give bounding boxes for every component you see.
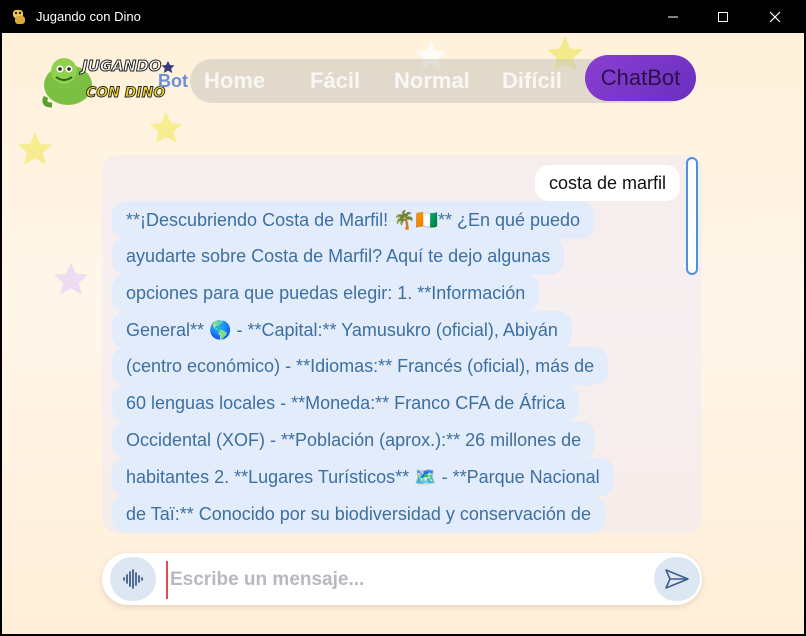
window-title: Jugando con Dino — [36, 9, 141, 24]
audio-waveform-icon — [123, 569, 143, 589]
nav-dificil[interactable]: Difícil — [502, 59, 562, 103]
bot-message-line: **¡Descubriendo Costa de Marfil! 🌴🇨🇮** ¿… — [112, 201, 595, 239]
star-decoration-icon — [53, 262, 89, 295]
chat-scrollbar-thumb[interactable] — [686, 157, 698, 275]
bot-message-line: 60 lenguas locales - **Moneda:** Franco … — [112, 384, 580, 422]
close-icon — [769, 11, 781, 22]
bot-message-line: (centro económico) - **Idiomas:** Francé… — [112, 347, 609, 385]
app-window: Jugando con Dino JUGANDO CON DINO Bot Ho… — [0, 0, 806, 636]
svg-text:CON DINO: CON DINO — [86, 85, 165, 101]
logo-bot-suffix: Bot — [158, 71, 188, 91]
python-snake-icon — [13, 10, 25, 24]
voice-input-button[interactable] — [110, 557, 156, 601]
bot-message-line: ayudarte sobre Costa de Marfil? Aquí te … — [112, 237, 565, 275]
close-button[interactable] — [750, 0, 800, 33]
minimize-button[interactable] — [648, 0, 698, 33]
message-composer — [102, 553, 702, 605]
app-content: JUGANDO CON DINO Bot Home Fácil Normal D… — [2, 33, 804, 634]
title-bar: Jugando con Dino — [0, 0, 806, 33]
nav-facil[interactable]: Fácil — [310, 59, 360, 103]
svg-text:JUGANDO: JUGANDO — [79, 57, 162, 75]
bot-message-line: opciones para que puedas elegir: 1. **In… — [112, 274, 540, 312]
user-message: costa de marfil — [534, 165, 680, 201]
send-button[interactable] — [654, 557, 700, 601]
bot-message-line: de Taï:** Conocido por su biodiversidad … — [112, 495, 605, 533]
bot-message-line: General** 🌎 - **Capital:** Yamusukro (of… — [112, 311, 572, 349]
send-icon — [665, 569, 689, 589]
nav-home[interactable]: Home — [204, 59, 265, 103]
bot-message-line: habitantes 2. **Lugares Turísticos** 🗺️ … — [112, 458, 614, 496]
minimize-icon — [668, 16, 678, 17]
nav-normal[interactable]: Normal — [394, 59, 470, 103]
maximize-button[interactable] — [698, 0, 748, 33]
star-decoration-icon — [17, 132, 53, 165]
nav-chatbot[interactable]: ChatBot — [585, 55, 696, 101]
star-decoration-icon — [149, 112, 183, 143]
maximize-icon — [718, 11, 728, 22]
message-input[interactable] — [166, 561, 652, 599]
chat-panel[interactable]: costa de marfil **¡Descubriendo Costa de… — [102, 155, 702, 533]
bot-message-line: Occidental (XOF) - **Población (aprox.):… — [112, 421, 596, 459]
